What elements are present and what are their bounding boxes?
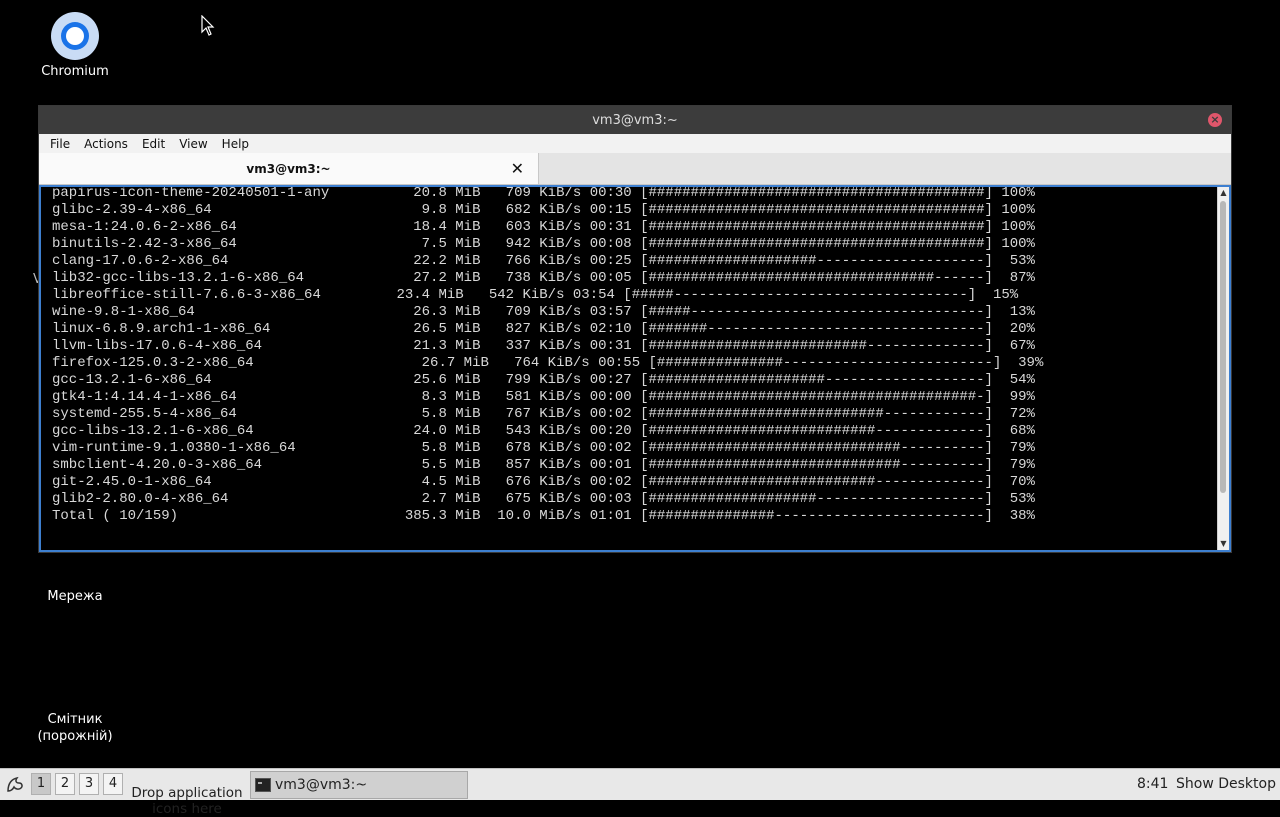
menu-edit[interactable]: Edit [135, 137, 172, 151]
terminal-line: vim-runtime-9.1.0380-1-x86_64 5.8 MiB 67… [52, 440, 1035, 456]
terminal-line: git-2.45.0-1-x86_64 4.5 MiB 676 KiB/s 00… [52, 474, 1035, 490]
window-close-button[interactable]: × [1208, 113, 1222, 127]
launcher-drop-label: Drop application icons here [131, 785, 243, 817]
terminal-line: libreoffice-still-7.6.6-3-x86_64 23.4 Mi… [52, 287, 1019, 303]
window-titlebar[interactable]: vm3@vm3:~ × [39, 106, 1231, 134]
mouse-cursor-icon [201, 15, 215, 36]
tab-label: vm3@vm3:~ [246, 161, 331, 176]
terminal-icon [255, 778, 271, 792]
terminal-line: Total ( 10/159) 385.3 MiB 10.0 MiB/s 01:… [52, 508, 1035, 524]
terminal-line: lib32-gcc-libs-13.2.1-6-x86_64 27.2 MiB … [52, 270, 1035, 286]
workspace-4-button[interactable]: 4 [103, 773, 123, 795]
desktop: Chromium Мережа Смітник (порожній) V vm3… [0, 0, 1280, 768]
menu-help[interactable]: Help [215, 137, 256, 151]
chromium-icon [51, 12, 99, 60]
launcher-drop-area[interactable]: Drop application icons here [128, 769, 246, 817]
taskbar-window-button[interactable]: vm3@vm3:~ [250, 771, 468, 799]
desktop-icon-chromium[interactable]: Chromium [20, 12, 130, 79]
terminal-line: firefox-125.0.3-2-x86_64 26.7 MiB 764 Ki… [52, 355, 1044, 371]
terminal-line: clang-17.0.6-2-x86_64 22.2 MiB 766 KiB/s… [52, 253, 1035, 269]
window-title: vm3@vm3:~ [592, 112, 678, 128]
terminal-window[interactable]: vm3@vm3:~ × File Actions Edit View Help … [38, 105, 1232, 553]
desktop-icon-network[interactable]: Мережа [20, 589, 130, 604]
close-icon: × [1210, 113, 1220, 126]
terminal-line: llvm-libs-17.0.6-4-x86_64 21.3 MiB 337 K… [52, 338, 1035, 354]
terminal-line: mesa-1:24.0.6-2-x86_64 18.4 MiB 603 KiB/… [52, 219, 1035, 235]
taskbar-window-label: vm3@vm3:~ [275, 777, 368, 793]
tab-close-icon[interactable]: ✕ [511, 159, 524, 178]
terminal-line: gcc-libs-13.2.1-6-x86_64 24.0 MiB 543 Ki… [52, 423, 1035, 439]
terminal-output[interactable]: papirus-icon-theme-20240501-1-any 20.8 M… [39, 185, 1231, 552]
taskbar: 1 2 3 4 Drop application icons here vm3@… [0, 768, 1280, 817]
menu-actions[interactable]: Actions [77, 137, 135, 151]
desktop-icon-label: Chromium [41, 64, 109, 79]
desktop-icon-label: Смітник (порожній) [37, 712, 113, 744]
show-desktop-button[interactable]: Show Desktop [1176, 776, 1276, 792]
terminal-line: systemd-255.5-4-x86_64 5.8 MiB 767 KiB/s… [52, 406, 1035, 422]
menu-file[interactable]: File [43, 137, 77, 151]
scroll-down-arrow-icon[interactable]: ▼ [1218, 538, 1229, 550]
workspace-2-button[interactable]: 2 [55, 773, 75, 795]
terminal-line: papirus-icon-theme-20240501-1-any 20.8 M… [52, 185, 1035, 201]
terminal-line: binutils-2.42-3-x86_64 7.5 MiB 942 KiB/s… [52, 236, 1035, 252]
menubar: File Actions Edit View Help [39, 134, 1231, 153]
terminal-line: wine-9.8-1-x86_64 26.3 MiB 709 KiB/s 03:… [52, 304, 1035, 320]
terminal-line: gcc-13.2.1-6-x86_64 25.6 MiB 799 KiB/s 0… [52, 372, 1035, 388]
terminal-scrollbar[interactable]: ▲ ▼ [1217, 187, 1229, 550]
terminal-text: papirus-icon-theme-20240501-1-any 20.8 M… [52, 185, 1218, 525]
terminal-line: glib2-2.80.0-4-x86_64 2.7 MiB 675 KiB/s … [52, 491, 1035, 507]
start-menu-icon[interactable] [4, 773, 26, 795]
scroll-up-arrow-icon[interactable]: ▲ [1218, 187, 1229, 199]
workspace-1-button[interactable]: 1 [31, 773, 51, 795]
menu-view[interactable]: View [172, 137, 214, 151]
terminal-line: glibc-2.39-4-x86_64 9.8 MiB 682 KiB/s 00… [52, 202, 1035, 218]
tab-terminal[interactable]: vm3@vm3:~ ✕ [39, 153, 539, 184]
workspace-3-button[interactable]: 3 [79, 773, 99, 795]
clock[interactable]: 8:41 [1137, 776, 1168, 792]
terminal-line: smbclient-4.20.0-3-x86_64 5.5 MiB 857 Ki… [52, 457, 1035, 473]
scroll-thumb[interactable] [1220, 201, 1226, 493]
desktop-icon-trash[interactable]: Смітник (порожній) [20, 694, 130, 762]
tab-bar: vm3@vm3:~ ✕ [39, 153, 1231, 185]
terminal-line: linux-6.8.9.arch1-1-x86_64 26.5 MiB 827 … [52, 321, 1035, 337]
desktop-icon-label: Мережа [47, 589, 103, 604]
terminal-line: gtk4-1:4.14.4-1-x86_64 8.3 MiB 581 KiB/s… [52, 389, 1035, 405]
